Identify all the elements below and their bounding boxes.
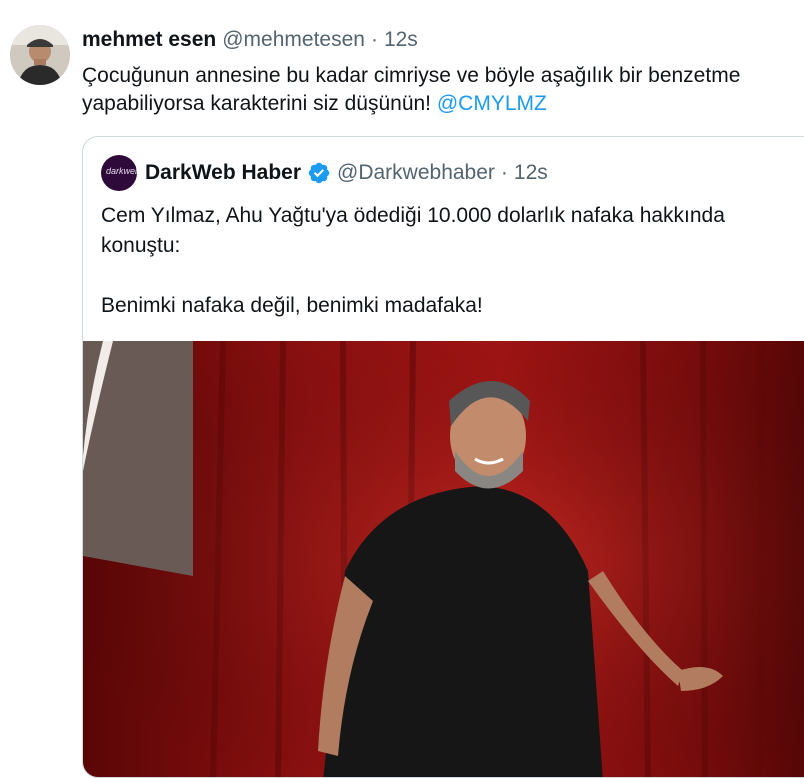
tweet-text: Çocuğunun annesine bu kadar cimriyse ve …: [82, 62, 802, 118]
quoted-author-handle[interactable]: @Darkwebhaber: [337, 161, 495, 185]
quoted-tweet-header: DarkWeb Haber @Darkwebhaber · 12s: [145, 161, 548, 185]
quoted-author-avatar[interactable]: darkweb: [101, 155, 137, 191]
comedian-stage-image: [83, 341, 804, 777]
author-handle[interactable]: @mehmetesen: [222, 28, 365, 52]
author-avatar[interactable]: [10, 25, 70, 85]
avatar-photo: [10, 25, 70, 85]
tweet-text-line: Çocuğunun annesine bu kadar cimriyse ve …: [82, 64, 741, 87]
tweet-text-part: yapabiliyorsa karakterini siz düşünün!: [82, 92, 432, 115]
author-name[interactable]: mehmet esen: [82, 28, 216, 52]
quoted-tweet-time[interactable]: 12s: [514, 161, 548, 185]
quoted-tweet-card[interactable]: darkweb DarkWeb Haber @Darkwebhaber · 12…: [82, 136, 804, 778]
avatar-logo-text: darkweb: [106, 166, 137, 176]
tweet-header: mehmet esen @mehmetesen · 12s: [82, 28, 418, 52]
verified-badge-icon: [308, 162, 330, 184]
quoted-author-name[interactable]: DarkWeb Haber: [145, 161, 301, 185]
quoted-tweet-text: Cem Yılmaz, Ahu Yağtu'ya ödediği 10.000 …: [101, 201, 801, 321]
tweet-text-line: yapabiliyorsa karakterini siz düşünün! @…: [82, 90, 802, 118]
tweet-time[interactable]: 12s: [384, 28, 418, 52]
separator-dot: ·: [500, 161, 508, 184]
separator-dot: ·: [370, 28, 378, 51]
quoted-paragraph: Cem Yılmaz, Ahu Yağtu'ya ödediği 10.000 …: [101, 204, 725, 257]
quoted-paragraph: Benimki nafaka değil, benimki madafaka!: [101, 294, 483, 317]
quoted-tweet-photo[interactable]: [83, 341, 804, 777]
mention-link[interactable]: @CMYLMZ: [437, 92, 547, 115]
